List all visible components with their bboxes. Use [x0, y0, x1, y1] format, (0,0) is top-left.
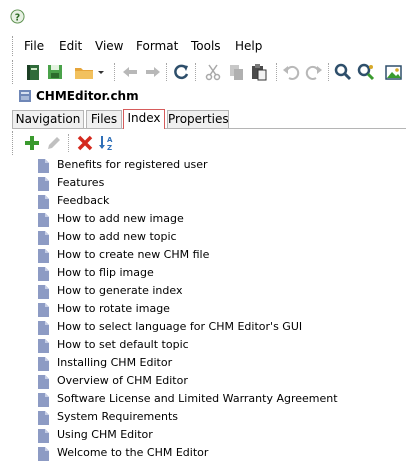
save-icon[interactable] — [45, 62, 65, 82]
toolbar-separator — [328, 63, 330, 81]
redo-icon[interactable] — [304, 62, 324, 82]
page-icon — [38, 411, 49, 425]
book-icon[interactable] — [23, 62, 43, 82]
list-item-label: Using CHM Editor — [57, 428, 153, 441]
toolbar-separator — [276, 63, 278, 81]
list-item-label: How to select language for CHM Editor's … — [57, 320, 303, 333]
tab-properties[interactable]: Properties — [167, 110, 229, 128]
list-item[interactable]: How to set default topic — [0, 337, 406, 355]
paste-icon[interactable] — [249, 62, 269, 82]
add-icon[interactable] — [23, 134, 41, 152]
document-title: CHMEditor.chm — [36, 89, 139, 103]
page-icon — [38, 249, 49, 263]
delete-icon[interactable] — [76, 134, 94, 152]
list-item-label: Feedback — [57, 194, 110, 207]
list-item-label: Overview of CHM Editor — [57, 374, 188, 387]
page-icon — [38, 177, 49, 191]
list-item-label: How to set default topic — [57, 338, 189, 351]
list-item[interactable]: How to rotate image — [0, 301, 406, 319]
page-icon — [38, 429, 49, 443]
toolbar-separator — [114, 63, 116, 81]
page-icon — [38, 339, 49, 353]
page-icon — [38, 213, 49, 227]
page-icon — [38, 375, 49, 389]
svg-text:Z: Z — [107, 144, 112, 152]
list-item-label: Software License and Limited Warranty Ag… — [57, 392, 338, 405]
document-bar: CHMEditor.chm — [0, 86, 406, 106]
list-item[interactable]: Software License and Limited Warranty Ag… — [0, 391, 406, 409]
page-icon — [38, 231, 49, 245]
page-icon — [38, 159, 49, 173]
page-icon — [38, 357, 49, 371]
menu-help[interactable]: Help — [235, 39, 262, 53]
menu-view[interactable]: View — [95, 39, 123, 53]
list-item[interactable]: Using CHM Editor — [0, 427, 406, 445]
svg-text:A: A — [107, 136, 113, 144]
list-item[interactable]: Installing CHM Editor — [0, 355, 406, 373]
list-item[interactable]: Welcome to the CHM Editor — [0, 445, 406, 463]
list-item-label: How to create new CHM file — [57, 248, 210, 261]
sort-az-icon[interactable]: AZ — [98, 134, 116, 152]
tab-navigation[interactable]: Navigation — [12, 110, 84, 128]
open-folder-icon[interactable] — [73, 62, 105, 82]
list-item[interactable]: Benefits for registered user — [0, 157, 406, 175]
toolbar-separator — [68, 134, 70, 152]
list-item-label: How to add new topic — [57, 230, 177, 243]
menu-tools[interactable]: Tools — [191, 39, 221, 53]
list-item[interactable]: How to select language for CHM Editor's … — [0, 319, 406, 337]
list-item-label: Features — [57, 176, 105, 189]
menu-edit[interactable]: Edit — [59, 39, 82, 53]
page-icon — [38, 195, 49, 209]
page-icon — [38, 267, 49, 281]
page-icon — [38, 321, 49, 335]
copy-icon[interactable] — [226, 62, 246, 82]
list-item-label: System Requirements — [57, 410, 178, 423]
tab-files[interactable]: Files — [86, 110, 122, 128]
page-icon — [38, 393, 49, 407]
list-item[interactable]: How to add new topic — [0, 229, 406, 247]
index-toolbar: AZ — [12, 131, 406, 155]
list-item[interactable]: Overview of CHM Editor — [0, 373, 406, 391]
title-bar: ? — [0, 0, 406, 33]
back-arrow-icon[interactable] — [120, 62, 140, 82]
list-item-label: How to flip image — [57, 266, 154, 279]
chm-file-icon — [19, 90, 31, 102]
list-item-label: Installing CHM Editor — [57, 356, 173, 369]
tab-index[interactable]: Index — [123, 109, 165, 129]
cut-icon[interactable] — [203, 62, 223, 82]
main-toolbar — [12, 60, 406, 84]
list-item-label: How to rotate image — [57, 302, 170, 315]
list-item[interactable]: Features — [0, 175, 406, 193]
app-help-icon: ? — [10, 9, 25, 24]
refresh-icon[interactable] — [171, 62, 191, 82]
menu-file[interactable]: File — [24, 39, 44, 53]
toolbar-separator — [166, 63, 168, 81]
forward-arrow-icon[interactable] — [143, 62, 163, 82]
list-item[interactable]: How to create new CHM file — [0, 247, 406, 265]
search-icon[interactable] — [333, 62, 353, 82]
list-item[interactable]: Feedback — [0, 193, 406, 211]
list-item-label: How to add new image — [57, 212, 184, 225]
insert-image-icon[interactable] — [384, 62, 404, 82]
list-item[interactable]: How to add new image — [0, 211, 406, 229]
list-item[interactable]: How to generate index — [0, 283, 406, 301]
edit-icon[interactable] — [45, 134, 63, 152]
toolbar-separator — [195, 63, 197, 81]
page-icon — [38, 285, 49, 299]
panel-tabs: Navigation Files Index Properties — [12, 109, 406, 129]
svg-text:?: ? — [15, 12, 20, 23]
list-item[interactable]: How to flip image — [0, 265, 406, 283]
find-replace-icon[interactable] — [356, 62, 376, 82]
menu-format[interactable]: Format — [136, 39, 178, 53]
list-item-label: Welcome to the CHM Editor — [57, 446, 209, 459]
page-icon — [38, 303, 49, 317]
list-item-label: Benefits for registered user — [57, 158, 208, 171]
menu-bar: File Edit View Format Tools Help — [12, 36, 406, 56]
list-item-label: How to generate index — [57, 284, 183, 297]
page-icon — [38, 447, 49, 461]
list-item[interactable]: System Requirements — [0, 409, 406, 427]
undo-icon[interactable] — [281, 62, 301, 82]
